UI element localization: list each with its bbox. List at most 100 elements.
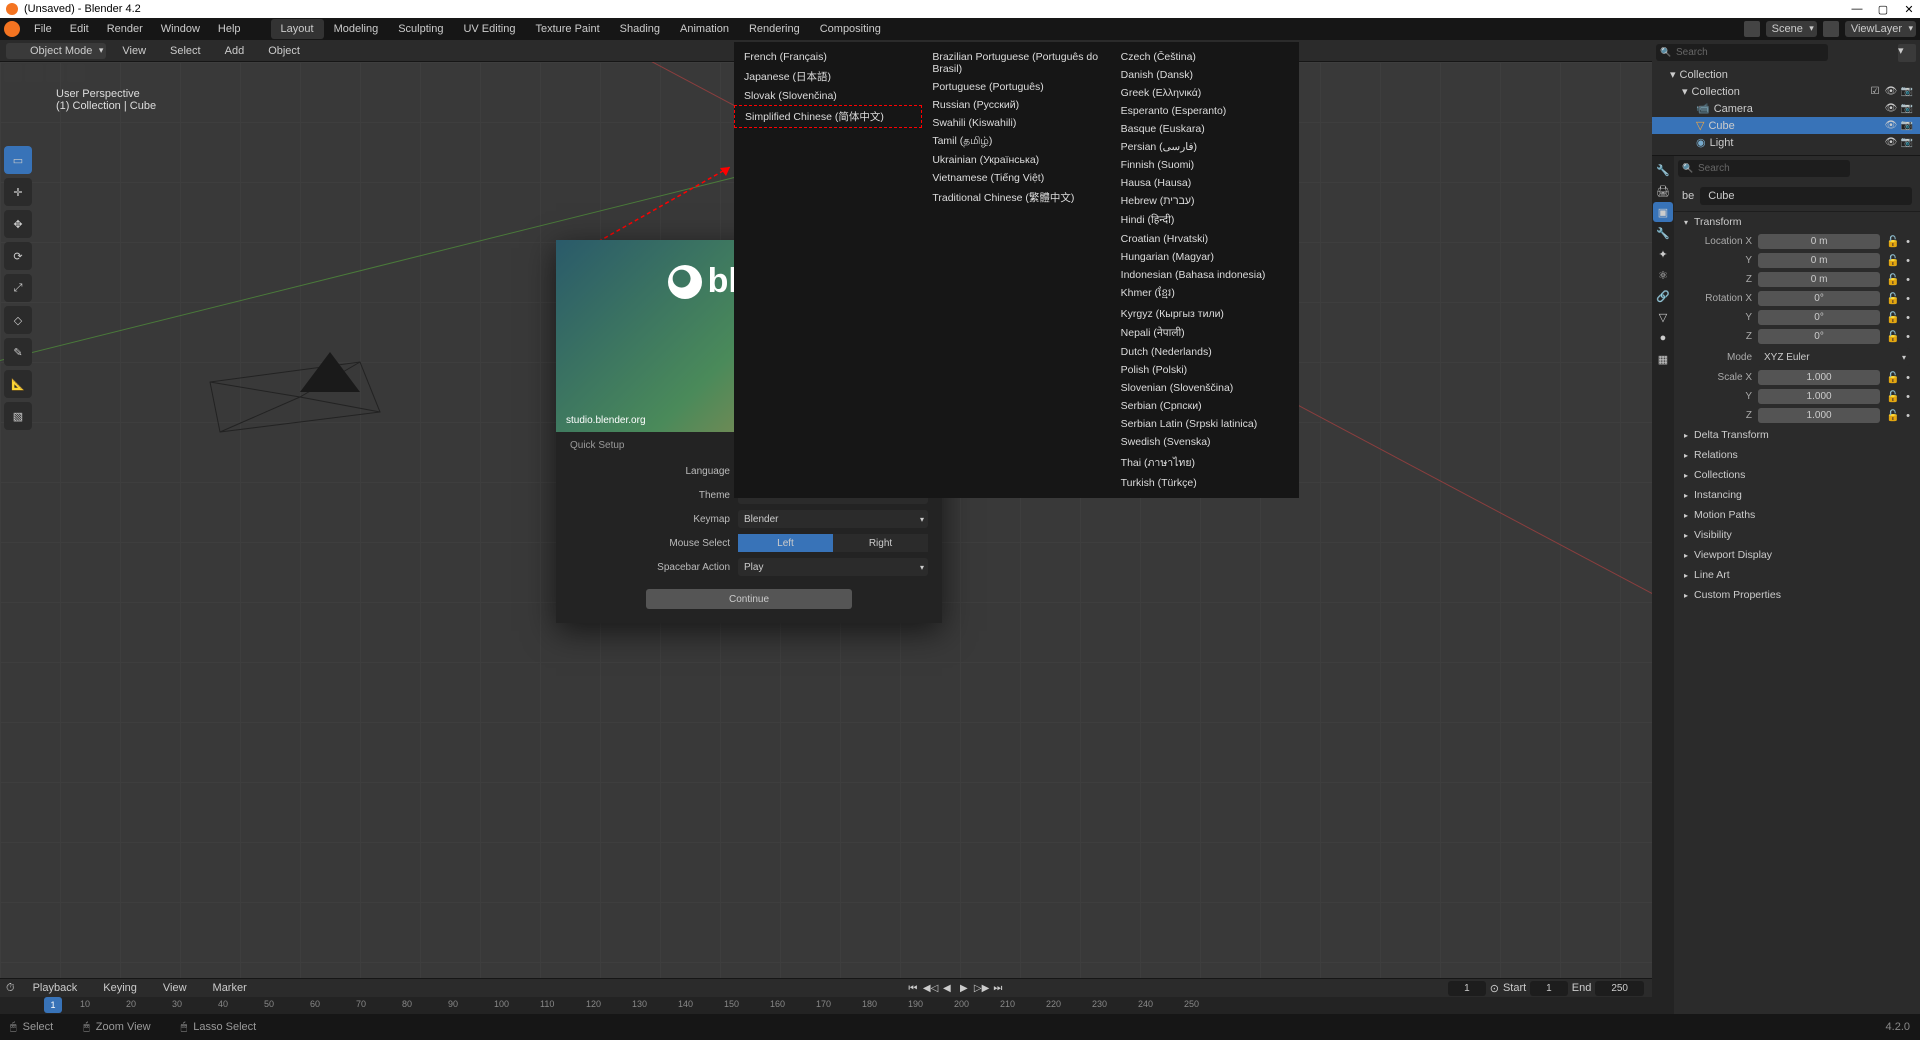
select-box-tool[interactable]: ▭ [4,146,32,174]
continue-button[interactable]: Continue [646,589,852,609]
ptab-particles-icon[interactable]: ✦ [1653,244,1673,264]
language-option[interactable]: Greek (Ελληνικά) [1111,84,1299,102]
prop-section-header[interactable]: Collections [1674,465,1920,485]
menu-file[interactable]: File [26,20,60,38]
outliner-collection[interactable]: ▾Collection☑👁📷 [1652,83,1920,100]
current-frame-field[interactable]: 1 [1448,981,1486,996]
tab-layout[interactable]: Layout [271,19,324,39]
props-search[interactable] [1678,160,1850,177]
rotation-mode-dropdown[interactable]: XYZ Euler [1758,348,1910,366]
menu-help[interactable]: Help [210,20,249,38]
prop-section-header[interactable]: Viewport Display [1674,545,1920,565]
scene-dropdown[interactable]: Scene [1766,21,1817,37]
lock-icon[interactable]: 🔓 [1886,273,1900,286]
loc-z-field[interactable]: 0 m [1758,272,1880,287]
scale-x-field[interactable]: 1.000 [1758,370,1880,385]
lock-icon[interactable]: 🔓 [1886,371,1900,384]
rotate-tool[interactable]: ⟳ [4,242,32,270]
language-option[interactable]: Finnish (Suomi) [1111,156,1299,174]
ptab-render-icon[interactable]: 🔧 [1653,160,1673,180]
ptab-physics-icon[interactable]: ⚛ [1653,265,1673,285]
timeline-playback[interactable]: Playback [25,979,86,997]
camera-icon[interactable]: 📷 [1900,103,1914,114]
header-add[interactable]: Add [217,42,253,60]
language-option[interactable]: Hausa (Hausa) [1111,174,1299,192]
language-option[interactable]: Kyrgyz (Кыргыз тили) [1111,305,1299,323]
ptab-texture-icon[interactable]: ▦ [1653,349,1673,369]
jump-end-button[interactable]: ⏭ [991,983,1005,994]
ptab-constraint-icon[interactable]: 🔗 [1653,286,1673,306]
language-option[interactable]: Indonesian (Bahasa indonesia) [1111,266,1299,284]
language-option[interactable]: Danish (Dansk) [1111,66,1299,84]
language-option[interactable]: Portuguese (Português) [922,78,1110,96]
scale-z-field[interactable]: 1.000 [1758,408,1880,423]
language-option[interactable]: Swedish (Svenska) [1111,433,1299,451]
minimize-button[interactable]: — [1850,3,1864,16]
language-option[interactable]: Simplified Chinese (简体中文) [734,105,922,128]
menu-edit[interactable]: Edit [62,20,97,38]
move-tool[interactable]: ✥ [4,210,32,238]
prop-section-header[interactable]: Instancing [1674,485,1920,505]
language-option[interactable]: Croatian (Hrvatski) [1111,230,1299,248]
close-button[interactable]: ✕ [1902,3,1916,16]
timeline-cursor[interactable]: 1 [44,997,62,1013]
measure-tool[interactable]: 📐 [4,370,32,398]
transform-header[interactable]: Transform [1674,212,1920,232]
lock-icon[interactable]: 🔓 [1886,235,1900,248]
transform-tool[interactable]: ◇ [4,306,32,334]
prop-section-header[interactable]: Delta Transform [1674,425,1920,445]
language-option[interactable]: Japanese (日本語) [734,66,922,87]
keyframe-next-button[interactable]: ▷▶ [974,983,988,994]
lock-icon[interactable]: 🔓 [1886,292,1900,305]
scene-icon[interactable] [1744,21,1760,37]
tab-shading[interactable]: Shading [610,19,670,39]
ptab-data-icon[interactable]: ▽ [1653,307,1673,327]
prop-section-header[interactable]: Visibility [1674,525,1920,545]
rot-x-field[interactable]: 0° [1758,291,1880,306]
language-option[interactable]: Slovenian (Slovenščina) [1111,379,1299,397]
mode-dropdown[interactable]: Object Mode [6,43,106,59]
start-frame-field[interactable]: 1 [1530,981,1568,996]
language-option[interactable]: Tamil (தமிழ்) [922,132,1110,151]
camera-icon[interactable]: 📷 [1900,86,1914,97]
rot-y-field[interactable]: 0° [1758,310,1880,325]
menu-render[interactable]: Render [99,20,151,38]
annotate-tool[interactable]: ✎ [4,338,32,366]
spacebar-dropdown[interactable]: Play [738,558,928,576]
tab-uvediting[interactable]: UV Editing [453,19,525,39]
play-button[interactable]: ▶ [957,983,971,994]
ptab-material-icon[interactable]: ● [1653,328,1673,348]
lock-icon[interactable]: 🔓 [1886,330,1900,343]
mouse-right-button[interactable]: Right [833,534,928,552]
scale-tool[interactable]: ⤢ [4,274,32,302]
eye-icon[interactable]: 👁 [1884,103,1898,114]
timeline-keying[interactable]: Keying [95,979,145,997]
language-option[interactable]: Hindi (हिन्दी) [1111,210,1299,230]
language-option[interactable]: Basque (Euskara) [1111,120,1299,138]
language-option[interactable]: Dutch (Nederlands) [1111,343,1299,361]
tab-compositing[interactable]: Compositing [810,19,891,39]
language-option[interactable]: Hebrew (עברית) [1111,192,1299,210]
language-option[interactable]: Hungarian (Magyar) [1111,248,1299,266]
timeline-marker[interactable]: Marker [205,979,255,997]
lock-icon[interactable]: 🔓 [1886,390,1900,403]
outliner-camera[interactable]: 📹Camera👁📷 [1652,100,1920,117]
jump-start-button[interactable]: ⏮ [906,983,920,994]
filter-icon[interactable]: ▾ [1898,44,1916,62]
outliner-cube[interactable]: ▽Cube👁📷 [1652,117,1920,134]
language-option[interactable]: Vietnamese (Tiếng Việt) [922,169,1110,187]
circle-icon[interactable]: ⊙ [1490,982,1499,995]
keyframe-prev-button[interactable]: ◀◁ [923,983,937,994]
language-option[interactable]: Khmer (ខ្មែរ) [1111,284,1299,305]
language-option[interactable]: Esperanto (Esperanto) [1111,102,1299,120]
language-option[interactable]: Russian (Русский) [922,96,1110,114]
tab-sculpting[interactable]: Sculpting [388,19,453,39]
language-option[interactable]: Czech (Čeština) [1111,48,1299,66]
mouse-left-button[interactable]: Left [738,534,833,552]
prop-section-header[interactable]: Custom Properties [1674,585,1920,605]
menu-window[interactable]: Window [153,20,208,38]
checkbox-icon[interactable]: ☑ [1868,86,1882,97]
maximize-button[interactable]: ▢ [1876,3,1890,16]
end-frame-field[interactable]: 250 [1595,981,1644,996]
eye-icon[interactable]: 👁 [1884,86,1898,97]
